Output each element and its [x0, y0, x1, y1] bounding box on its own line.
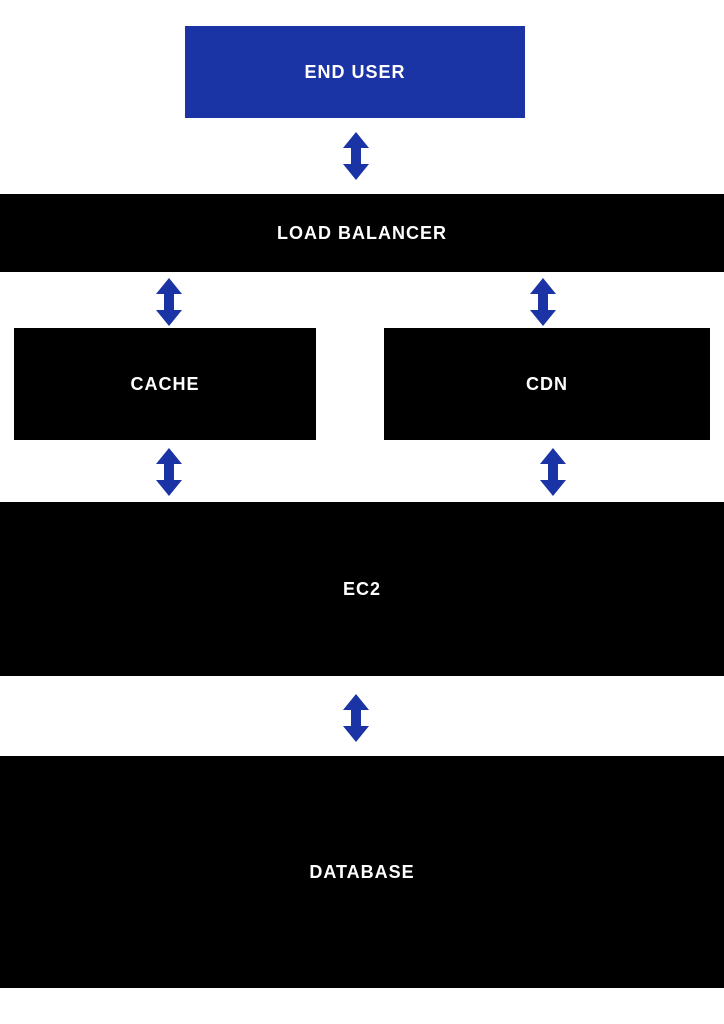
node-load-balancer: LOAD BALANCER: [0, 194, 724, 272]
node-cdn: CDN: [384, 328, 710, 440]
node-ec2: EC2: [0, 502, 724, 676]
node-end-user: END USER: [185, 26, 525, 118]
node-cache: CACHE: [14, 328, 316, 440]
node-database-label: DATABASE: [309, 862, 414, 883]
node-database: DATABASE: [0, 756, 724, 988]
node-cdn-label: CDN: [526, 374, 568, 395]
node-load-balancer-label: LOAD BALANCER: [277, 223, 447, 244]
node-cache-label: CACHE: [130, 374, 199, 395]
bidirectional-arrow-icon: [528, 278, 558, 326]
bidirectional-arrow-icon: [154, 448, 184, 496]
bidirectional-arrow-icon: [341, 132, 371, 180]
node-end-user-label: END USER: [304, 62, 405, 83]
bidirectional-arrow-icon: [341, 694, 371, 742]
bidirectional-arrow-icon: [538, 448, 568, 496]
node-ec2-label: EC2: [343, 579, 381, 600]
bidirectional-arrow-icon: [154, 278, 184, 326]
